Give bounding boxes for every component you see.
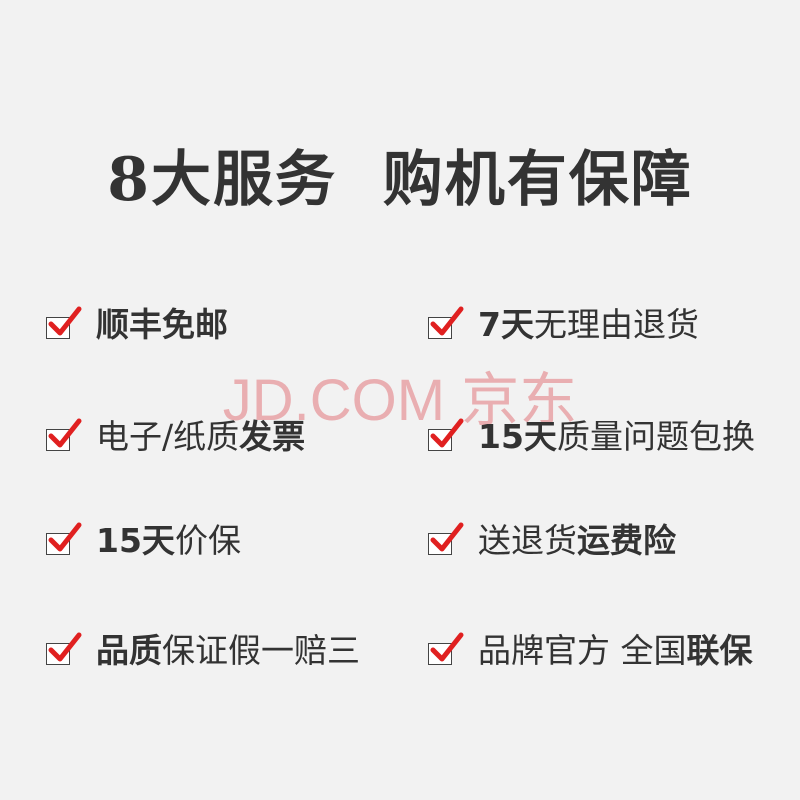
service-item-national-warranty: 品牌官方 全国联保 — [428, 626, 753, 676]
service-label: 品牌官方 全国联保 — [478, 631, 753, 670]
check-mark-icon — [46, 306, 82, 339]
service-item-return-shipping-insurance: 送退货运费险 — [428, 516, 676, 566]
service-item-7day-return: 7天无理由退货 — [428, 300, 699, 350]
service-item-invoice: 电子/纸质发票 — [46, 412, 305, 462]
service-label: 电子/纸质发票 — [96, 417, 306, 456]
service-item-free-shipping: 顺丰免邮 — [46, 300, 228, 350]
service-item-15day-exchange: 15天质量问题包换 — [428, 412, 755, 462]
service-label: 15天质量问题包换 — [478, 417, 755, 456]
check-mark-icon — [428, 522, 464, 555]
service-label: 7天无理由退货 — [478, 305, 699, 344]
check-mark-icon — [46, 522, 82, 555]
check-mark-icon — [46, 418, 82, 451]
service-item-quality-guarantee: 品质保证假一赔三 — [46, 626, 360, 676]
service-label: 15天价保 — [96, 521, 241, 560]
check-mark-icon — [428, 306, 464, 339]
check-mark-icon — [46, 632, 82, 665]
service-label: 品质保证假一赔三 — [96, 631, 360, 670]
page-title: 8大服务 购机有保障 — [107, 145, 693, 215]
service-label: 顺丰免邮 — [96, 305, 228, 344]
check-mark-icon — [428, 418, 464, 451]
check-mark-icon — [428, 632, 464, 665]
service-label: 送退货运费险 — [478, 521, 676, 560]
service-item-price-protection: 15天价保 — [46, 516, 241, 566]
